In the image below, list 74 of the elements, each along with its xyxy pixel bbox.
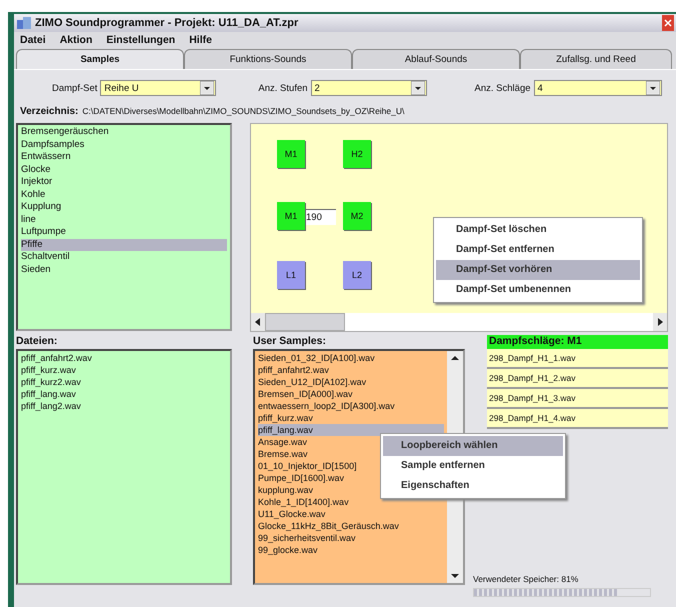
tab[interactable]: Samples <box>16 49 184 69</box>
list-item[interactable]: Bremsengeräuschen <box>21 126 227 138</box>
list-item[interactable]: Sieden_U12_ID[A102].wav <box>258 376 444 388</box>
list-item[interactable]: line <box>21 214 227 226</box>
dropdown-arrow-icon[interactable] <box>410 81 425 95</box>
section-label: Dateien: <box>16 335 58 349</box>
field-label: Dampf-Set <box>52 82 98 94</box>
dropdown-arrow-icon[interactable] <box>200 81 214 95</box>
menu-item[interactable]: Hilfe <box>189 34 212 46</box>
list-item[interactable]: 99_sicherheitsventil.wav <box>258 532 444 544</box>
tab[interactable]: Ablauf-Sounds <box>352 49 520 69</box>
scroll-bar[interactable] <box>251 313 667 331</box>
list-item[interactable]: Pfiffe <box>21 238 227 251</box>
list-item[interactable]: Injektor <box>21 176 227 188</box>
node-block[interactable]: L1 <box>277 261 305 289</box>
node-block[interactable]: M1 <box>277 140 305 168</box>
memory-label: Verwendeter Speicher: 81% <box>473 574 580 584</box>
dropdown-arrow-icon[interactable] <box>646 81 660 95</box>
menu-item[interactable]: Einstellungen <box>106 34 176 46</box>
list-item[interactable]: Bremsen_ID[A000].wav <box>258 388 444 400</box>
list-item[interactable]: Sieden_01_32_ID[A100].wav <box>258 352 444 364</box>
menu-item[interactable]: Dampf-Set löschen <box>436 220 640 240</box>
list-item[interactable]: 99_glocke.wav <box>258 544 444 556</box>
menu-item[interactable]: Sample entfernen <box>383 456 563 476</box>
value-field[interactable]: 190 <box>306 209 336 225</box>
list-item[interactable]: Sieden <box>21 264 227 276</box>
field-label: Anz. Stufen <box>258 82 308 94</box>
menu-item[interactable]: Aktion <box>60 34 92 46</box>
list-item[interactable]: Kohle_1_ID[1400].wav <box>258 496 444 508</box>
menu-item[interactable]: Dampf-Set umbenennen <box>436 280 640 300</box>
menu-item[interactable]: Eigenschaften <box>383 476 563 496</box>
menu-item[interactable]: Loopbereich wählen <box>383 436 563 456</box>
dropdown-field[interactable]: 4 <box>534 80 662 96</box>
list-item[interactable]: Entwässern <box>21 151 227 164</box>
list-item[interactable]: Luftpumpe <box>21 226 227 238</box>
tab[interactable]: Zufallsg. und Reed <box>520 49 672 69</box>
node-block[interactable]: L2 <box>343 261 371 289</box>
node-block[interactable]: M1 <box>277 202 305 230</box>
list-item[interactable]: pfiff_kurz2.wav <box>21 376 227 388</box>
list-item[interactable]: pfiff_anfahrt2.wav <box>21 352 227 364</box>
list-item[interactable]: Kupplung <box>21 201 227 214</box>
menu-item[interactable]: Dampf-Set vorhören <box>436 260 640 280</box>
list-item[interactable]: Glocke <box>21 164 227 176</box>
tab[interactable]: Funktions-Sounds <box>184 49 352 69</box>
node-block[interactable]: H2 <box>343 140 371 168</box>
list-item[interactable]: entwaessern_loop2_ID[A300].wav <box>258 400 444 412</box>
list-item[interactable]: pfiff_kurz.wav <box>21 364 227 376</box>
close-icon[interactable] <box>662 15 674 31</box>
field-label: Anz. Schläge <box>474 82 531 94</box>
directory-label: Verzeichnis: <box>20 106 78 117</box>
list-item[interactable]: pfiff_lang.wav <box>21 388 227 400</box>
list-item[interactable]: 298_Dampf_H1_3.wav <box>487 389 668 409</box>
menu-item[interactable]: Dampf-Set entfernen <box>436 240 640 260</box>
node-block[interactable]: M2 <box>343 202 371 230</box>
window-title: ZIMO Soundprogrammer - Projekt: U11_DA_AT.zpr <box>35 17 300 29</box>
list-item[interactable]: U11_Glocke.wav <box>258 508 444 520</box>
list-item[interactable]: pfiff_lang.wav <box>258 424 444 436</box>
dropdown-field[interactable]: Reihe U <box>100 80 216 96</box>
list-item[interactable]: 298_Dampf_H1_2.wav <box>487 369 668 389</box>
list-item[interactable]: 298_Dampf_H1_4.wav <box>487 409 668 429</box>
section-header: Dampfschläge: M1 <box>487 335 668 349</box>
list-item[interactable]: pfiff_lang2.wav <box>21 400 227 412</box>
list-item[interactable]: 298_Dampf_H1_1.wav <box>487 349 668 369</box>
list-item[interactable]: Kohle <box>21 188 227 201</box>
list-item[interactable]: Glocke_11kHz_8Bit_Geräusch.wav <box>258 520 444 532</box>
list-item[interactable]: Schaltventil <box>21 251 227 264</box>
directory-path: C:\DATEN\Diverses\Modellbahn\ZIMO_SOUNDS\ZIMO_Soundsets_by_OZ\Reihe_U\ <box>82 106 404 116</box>
list-item[interactable]: pfiff_anfahrt2.wav <box>258 364 444 376</box>
list-item[interactable]: Dampfsamples <box>21 138 227 151</box>
app-icon <box>16 16 32 30</box>
section-label: User Samples: <box>253 335 327 349</box>
list-item[interactable]: pfiff_kurz.wav <box>258 412 444 424</box>
dropdown-field[interactable]: 2 <box>310 80 427 96</box>
menu-item[interactable]: Datei <box>20 34 46 46</box>
